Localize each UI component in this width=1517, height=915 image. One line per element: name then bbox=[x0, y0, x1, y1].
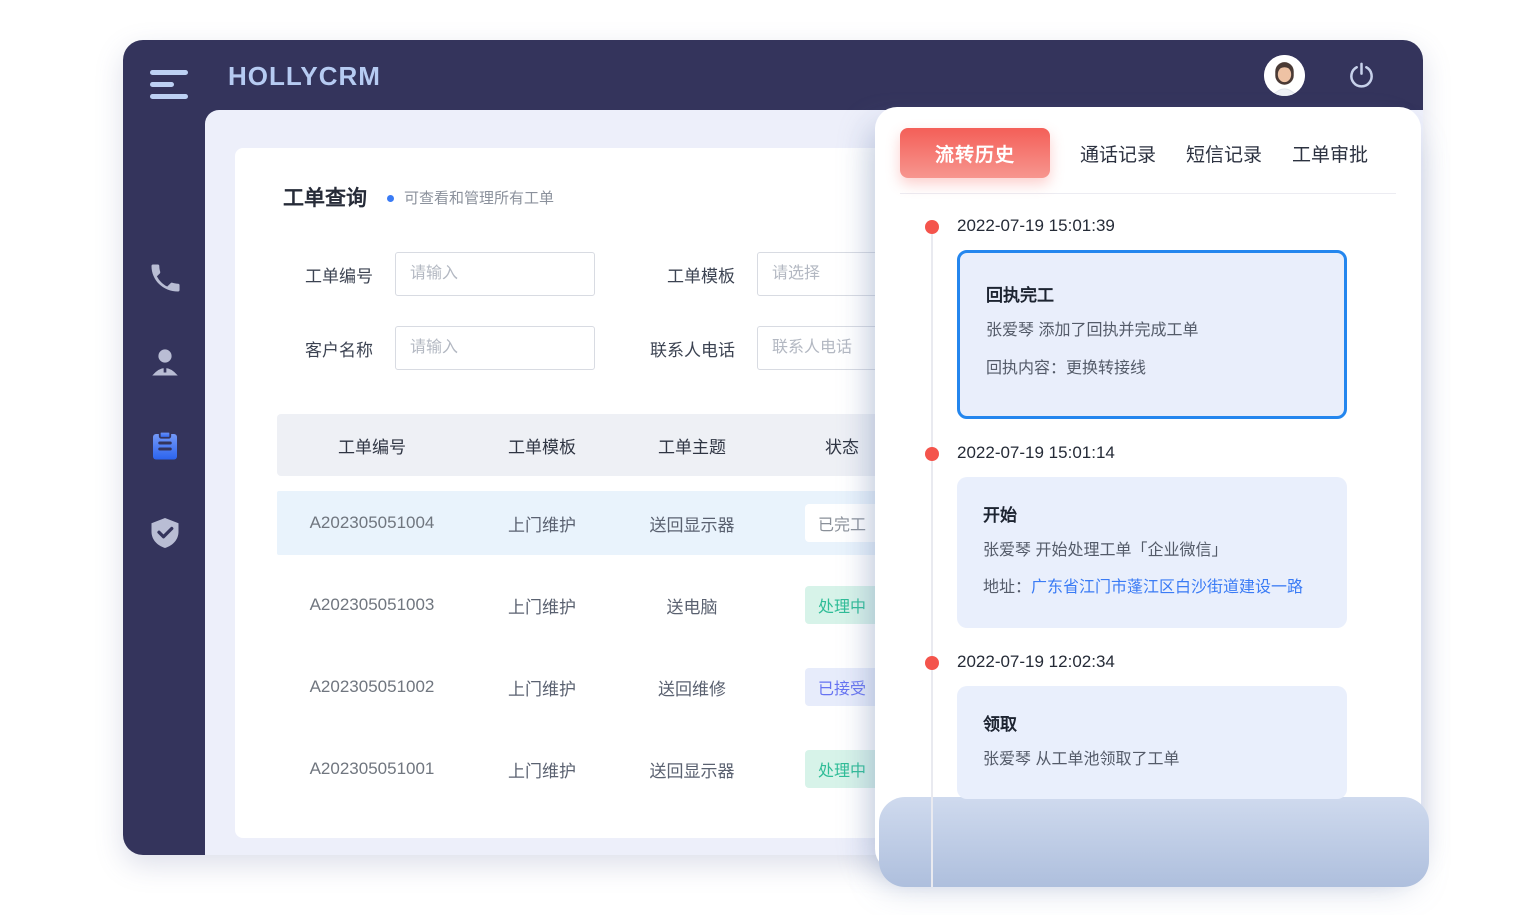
hamburger-menu-icon[interactable] bbox=[150, 70, 188, 106]
timeline-card-line: 张爱琴 从工单池领取了工单 bbox=[983, 748, 1321, 773]
filter-label: 联系人电话 bbox=[617, 336, 735, 361]
timeline-card-line: 回执内容：更换转接线 bbox=[986, 357, 1318, 382]
address-label: 地址： bbox=[983, 574, 1031, 602]
tab-inactive[interactable]: 工单审批 bbox=[1292, 140, 1368, 167]
cell-order-id: A202305051004 bbox=[277, 513, 467, 533]
tab-active[interactable]: 流转历史 bbox=[900, 128, 1050, 178]
sidebar-item-security[interactable] bbox=[147, 515, 183, 551]
cell-template: 上门维护 bbox=[467, 593, 617, 618]
timeline-entry: 2022-07-19 15:01:39 回执完工 张爱琴 添加了回执并完成工单回… bbox=[957, 216, 1381, 419]
detail-panel: 流转历史 通话记录 短信记录 工单审批 2022-07-19 15:01:39 回执完… bbox=[875, 107, 1421, 871]
status-badge: 已接受 bbox=[805, 668, 879, 706]
cell-subject: 送回显示器 bbox=[617, 511, 767, 536]
cell-order-id: A202305051001 bbox=[277, 759, 467, 779]
table-row[interactable]: A202305051001 上门维护 送回显示器 处理中 bbox=[277, 737, 917, 801]
brand-logo: HOLLYCRM bbox=[228, 61, 381, 92]
tabs-divider bbox=[900, 193, 1396, 194]
table-row[interactable]: A202305051003 上门维护 送电脑 处理中 bbox=[277, 573, 917, 637]
cell-template: 上门维护 bbox=[467, 511, 617, 536]
cell-order-id: A202305051003 bbox=[277, 595, 467, 615]
cell-subject: 送回维修 bbox=[617, 675, 767, 700]
timeline-card-line: 张爱琴 开始处理工单「企业微信」 bbox=[983, 539, 1321, 564]
timeline-card[interactable]: 开始 张爱琴 开始处理工单「企业微信」地址：广东省江门市蓬江区白沙街道建设一路 bbox=[957, 477, 1347, 629]
timeline-timestamp: 2022-07-19 15:01:39 bbox=[957, 216, 1381, 236]
cell-template: 上门维护 bbox=[467, 757, 617, 782]
column-header: 工单编号 bbox=[277, 433, 467, 458]
timeline-entry: 2022-07-19 12:02:34 领取 张爱琴 从工单池领取了工单 bbox=[957, 652, 1381, 799]
status-badge: 处理中 bbox=[805, 750, 879, 788]
timeline-timestamp: 2022-07-19 15:01:14 bbox=[957, 443, 1381, 463]
timeline-card[interactable]: 回执完工 张爱琴 添加了回执并完成工单回执内容：更换转接线 bbox=[957, 250, 1347, 419]
timeline-dot-icon bbox=[925, 447, 939, 461]
timeline-entry: 2022-07-19 15:01:14 开始 张爱琴 开始处理工单「企业微信」地… bbox=[957, 443, 1381, 629]
timeline-card[interactable]: 领取 张爱琴 从工单池领取了工单 bbox=[957, 686, 1347, 799]
status-badge: 已完工 bbox=[805, 504, 879, 542]
timeline-dot-icon bbox=[925, 656, 939, 670]
column-header: 工单模板 bbox=[467, 433, 617, 458]
filter-label: 工单模板 bbox=[617, 262, 735, 287]
sidebar-item-customers[interactable] bbox=[147, 344, 183, 380]
history-timeline: 2022-07-19 15:01:39 回执完工 张爱琴 添加了回执并完成工单回… bbox=[875, 216, 1421, 799]
cell-subject: 送回显示器 bbox=[617, 757, 767, 782]
user-avatar[interactable] bbox=[1264, 55, 1305, 96]
sidebar-item-workorders-active[interactable] bbox=[147, 428, 183, 464]
cell-subject: 送电脑 bbox=[617, 593, 767, 618]
timeline-card-title: 回执完工 bbox=[986, 281, 1318, 306]
tab-inactive[interactable]: 短信记录 bbox=[1186, 140, 1262, 167]
table-row[interactable]: A202305051002 上门维护 送回维修 已接受 bbox=[277, 655, 917, 719]
table-row[interactable]: A202305051004 上门维护 送回显示器 已完工 bbox=[277, 491, 917, 555]
tab-inactive[interactable]: 通话记录 bbox=[1080, 140, 1156, 167]
table-header: 工单编号工单模板工单主题状态 bbox=[277, 414, 917, 476]
column-header: 工单主题 bbox=[617, 433, 767, 458]
filter-label: 工单编号 bbox=[283, 262, 373, 287]
page-title: 工单查询 bbox=[283, 182, 367, 212]
workorder-table: 工单编号工单模板工单主题状态 A202305051004 上门维护 送回显示器 … bbox=[277, 414, 917, 801]
panel-tabs: 流转历史 通话记录 短信记录 工单审批 bbox=[875, 107, 1421, 178]
logout-power-icon[interactable] bbox=[1347, 61, 1376, 90]
timeline-card-title: 领取 bbox=[983, 710, 1321, 735]
timeline-dot-icon bbox=[925, 220, 939, 234]
address-link[interactable]: 广东省江门市蓬江区白沙街道建设一路 bbox=[1031, 574, 1321, 602]
avatar-image bbox=[1264, 55, 1305, 96]
filter-label: 客户名称 bbox=[283, 336, 373, 361]
cell-order-id: A202305051002 bbox=[277, 677, 467, 697]
timeline-card-line: 张爱琴 添加了回执并完成工单 bbox=[986, 319, 1318, 344]
shield-check-icon bbox=[147, 515, 183, 551]
page-subtitle: 可查看和管理所有工单 bbox=[404, 187, 554, 208]
subtitle-dot bbox=[387, 195, 394, 202]
sidebar-item-calls[interactable] bbox=[147, 260, 183, 296]
clipboard-icon bbox=[147, 428, 183, 464]
filter-input[interactable] bbox=[395, 326, 595, 370]
timeline-timestamp: 2022-07-19 12:02:34 bbox=[957, 652, 1381, 672]
phone-icon bbox=[147, 260, 183, 296]
cell-template: 上门维护 bbox=[467, 675, 617, 700]
timeline-card-title: 开始 bbox=[983, 501, 1321, 526]
filter-input[interactable] bbox=[395, 252, 595, 296]
status-badge: 处理中 bbox=[805, 586, 879, 624]
person-icon bbox=[147, 344, 183, 380]
